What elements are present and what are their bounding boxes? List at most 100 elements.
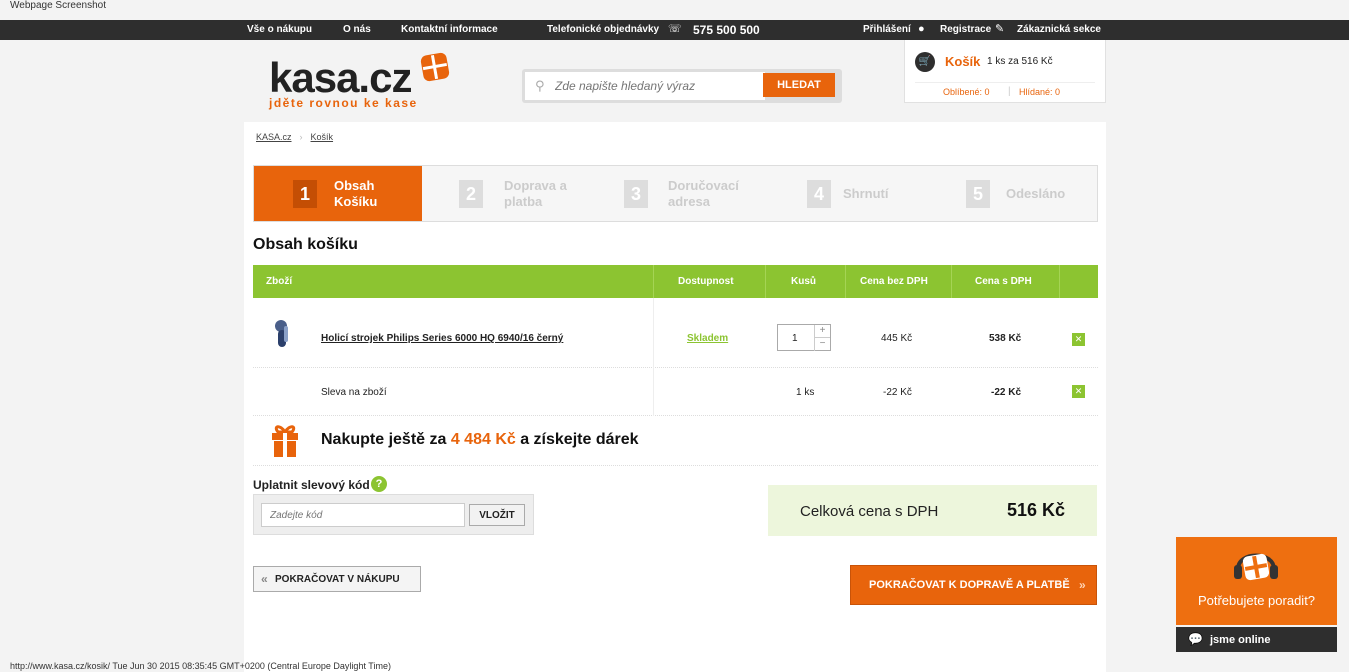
status-url: http://www.kasa.cz/kosik/ Tue Jun 30 201… (10, 661, 391, 671)
top-bar: Vše o nákupu O nás Kontaktní informace T… (0, 20, 1349, 40)
continue-shopping-label: POKRAČOVAT V NÁKUPU (275, 574, 400, 585)
plus-icon[interactable]: + (814, 325, 830, 338)
coupon-title: Uplatnit slevový kód (253, 478, 370, 492)
quantity-value[interactable]: 1 (792, 333, 798, 344)
apply-coupon-button[interactable]: VLOŽIT (469, 504, 525, 526)
nav-link-contact[interactable]: Kontaktní informace (401, 24, 498, 35)
user-icon: ● (918, 23, 925, 35)
header: kasa.cz jděte rovnou ke kase ⚲ HLEDAT 🛒 … (244, 40, 1106, 122)
cart-link[interactable]: Košík (945, 54, 980, 69)
shaver-thumbnail[interactable] (273, 318, 291, 350)
chat-status-bar[interactable]: 💬 jsme online (1176, 627, 1337, 652)
step-number: 4 (807, 180, 831, 208)
column-header-price-gross: Cena s DPH (975, 276, 1032, 287)
step-label: Shrnutí (843, 186, 889, 201)
phone-icon: ☏ (668, 23, 682, 35)
step-label: Doručovací adresa (668, 178, 739, 209)
column-divider (653, 265, 654, 298)
step-sent[interactable]: 5 Odesláno (930, 166, 1098, 221)
cart-divider (915, 82, 1095, 83)
column-header-quantity: Kusů (791, 276, 816, 287)
column-divider (951, 265, 952, 298)
minus-icon[interactable]: − (814, 338, 830, 351)
gift-banner: Nakupte ještě za 4 484 Kč a získejte dár… (253, 416, 1098, 466)
gift-icon (272, 425, 298, 457)
breadcrumb-cart[interactable]: Košík (311, 132, 334, 142)
column-divider (1059, 265, 1060, 298)
continue-to-shipping-button[interactable]: POKRAČOVAT K DOPRAVĚ A PLATBĚ » (850, 565, 1097, 605)
step-summary[interactable]: 4 Shrnutí (762, 166, 930, 221)
breadcrumb-separator: › (299, 132, 303, 142)
chevron-left-icon: « (261, 572, 268, 586)
availability-link[interactable]: Skladem (687, 333, 728, 344)
pencil-icon: ✎ (995, 23, 1005, 35)
chat-title: Potřebujete poradit? (1197, 593, 1316, 608)
product-link[interactable]: Holicí strojek Philips Series 6000 HQ 69… (321, 333, 563, 344)
breadcrumb-home[interactable]: KASA.cz (256, 132, 292, 142)
total-label: Celková cena s DPH (800, 503, 939, 520)
logo[interactable]: kasa.cz (269, 54, 412, 102)
register-link[interactable]: Registrace (940, 24, 991, 35)
continue-to-shipping-label: POKRAČOVAT K DOPRAVĚ A PLATBĚ (869, 579, 1070, 591)
price-net: 445 Kč (881, 333, 913, 344)
coupon-form: VLOŽIT (253, 494, 534, 535)
search-icon: ⚲ (535, 78, 545, 93)
discount-label: Sleva na zboží (321, 387, 387, 398)
discount-quantity: 1 ks (796, 387, 815, 398)
nav-link-shopping-info[interactable]: Vše o nákupu (247, 24, 312, 35)
breadcrumb: KASA.cz › Košík (256, 132, 333, 142)
phone-number: 575 500 500 (693, 23, 760, 37)
help-icon[interactable]: ? (371, 476, 387, 492)
favorites-link[interactable]: Oblíbené: 0 (943, 87, 990, 97)
cart-summary: 🛒 Košík 1 ks za 516 Kč Oblíbené: 0 | Hlí… (904, 40, 1106, 103)
quantity-stepper[interactable]: 1 + − (777, 324, 831, 351)
column-header-availability: Dostupnost (678, 276, 734, 287)
column-divider (765, 265, 766, 298)
table-row: Holicí strojek Philips Series 6000 HQ 69… (253, 298, 1098, 368)
step-number: 3 (624, 180, 648, 208)
cart-icon: 🛒 (915, 52, 935, 72)
price-gross: 538 Kč (989, 333, 1022, 344)
column-header-price-net: Cena bez DPH (860, 276, 928, 287)
gift-amount: 4 484 Kč (450, 431, 516, 448)
search-button[interactable]: HLEDAT (763, 73, 835, 97)
logo-cross-icon (420, 52, 450, 82)
gift-message: Nakupte ještě za 4 484 Kč a získejte dár… (321, 431, 639, 448)
nav-link-about[interactable]: O nás (343, 24, 371, 35)
remove-item-icon[interactable]: ✕ (1072, 333, 1085, 346)
customer-section-link[interactable]: Zákaznická sekce (1017, 24, 1101, 35)
login-link[interactable]: Přihlášení (863, 24, 911, 35)
discount-price-gross: -22 Kč (991, 387, 1022, 398)
search-input[interactable] (555, 79, 755, 93)
total-value: 516 Kč (1007, 500, 1066, 520)
column-divider (653, 368, 654, 416)
search-bar: ⚲ HLEDAT (522, 69, 842, 103)
chevron-right-icon: » (1079, 578, 1086, 592)
checkout-steps: 1 Obsah Košíku 2 Doprava a platba 3 Doručo… (253, 165, 1098, 222)
total-summary: Celková cena s DPH 516 Kč (768, 485, 1097, 536)
watched-link[interactable]: Hlídané: 0 (1019, 87, 1060, 97)
continue-shopping-button[interactable]: « POKRAČOVAT V NÁKUPU (253, 566, 421, 592)
discount-price-net: -22 Kč (883, 387, 912, 398)
logo-tagline: jděte rovnou ke kase (269, 96, 418, 110)
phone-label: Telefonické objednávky (547, 24, 660, 35)
speech-bubble-icon: 💬 (1188, 632, 1203, 646)
cart-table-header: Zboží Dostupnost Kusů Cena bez DPH Cena … (253, 265, 1098, 298)
step-number: 1 (293, 180, 317, 208)
step-cart-contents[interactable]: 1 Obsah Košíku (254, 166, 422, 221)
remove-discount-icon[interactable]: ✕ (1072, 385, 1085, 398)
column-divider (845, 265, 846, 298)
main-content: KASA.cz › Košík 1 Obsah Košíku 2 Doprava ap… (244, 122, 1106, 672)
step-label: Odesláno (1006, 186, 1066, 201)
step-number: 2 (459, 180, 483, 208)
search-field-wrapper: ⚲ (525, 72, 765, 100)
screenshot-caption: Webpage Screenshot (10, 0, 106, 11)
step-delivery-address[interactable]: 3 Doručovací adresa (592, 166, 762, 221)
cart-pipe: | (1008, 86, 1011, 97)
chat-widget[interactable]: Potřebujete poradit? (1176, 537, 1337, 625)
column-header-product: Zboží (266, 276, 293, 287)
coupon-input[interactable] (261, 503, 465, 527)
step-number: 5 (966, 180, 990, 208)
step-label: Doprava a platba (504, 178, 567, 209)
step-shipping-payment[interactable]: 2 Doprava a platba (422, 166, 592, 221)
